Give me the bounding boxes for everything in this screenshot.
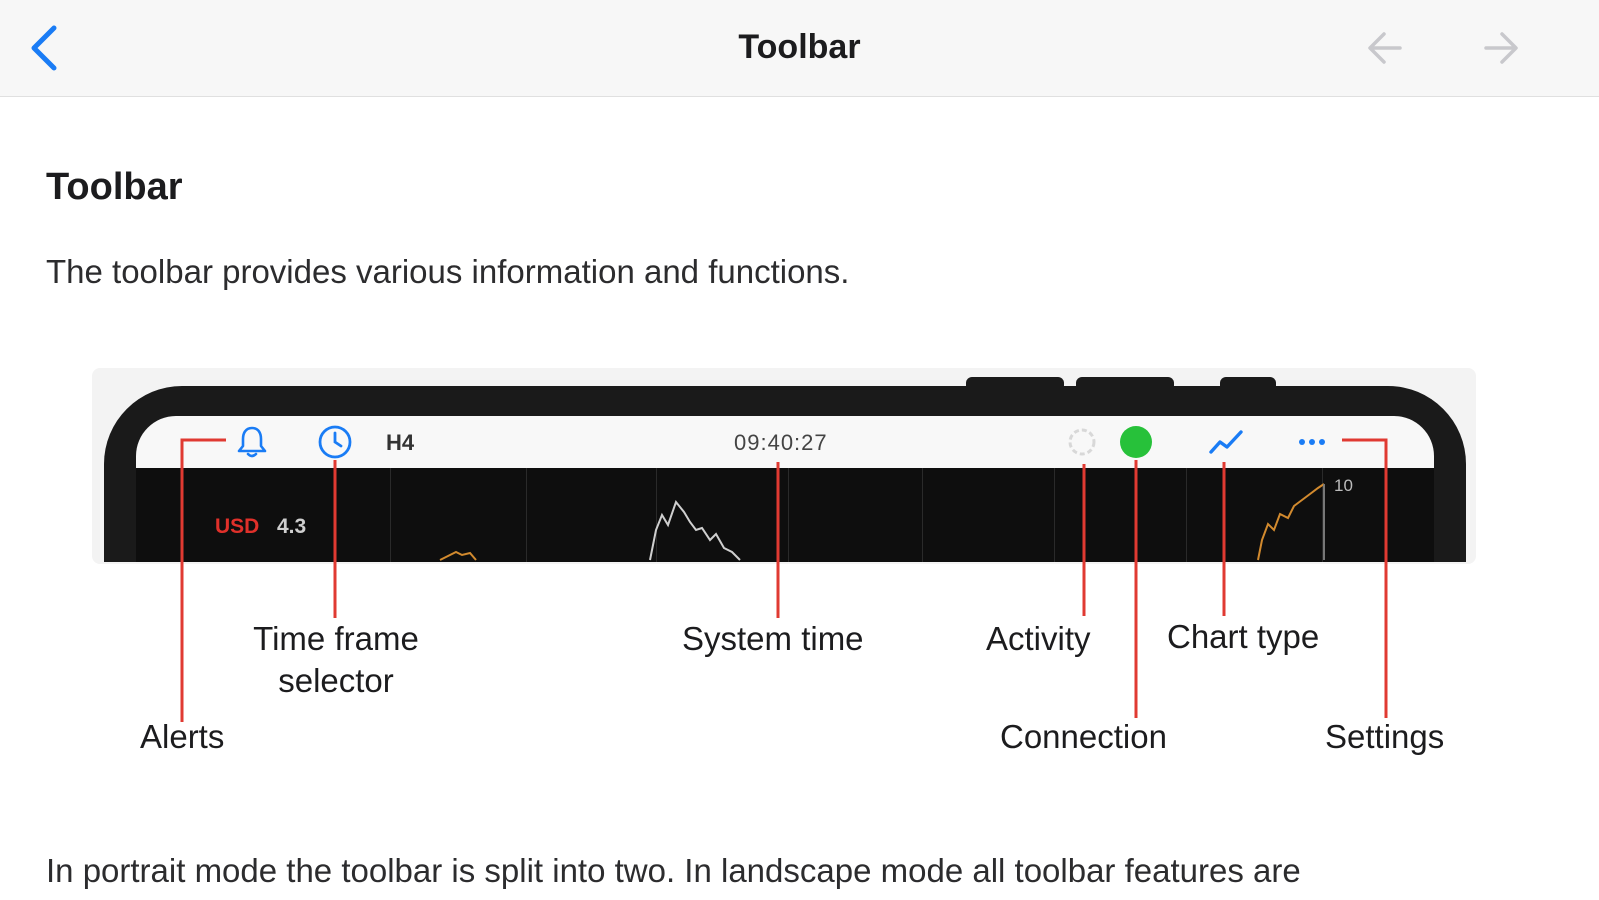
callout-system-time: System time bbox=[682, 620, 864, 657]
intro-paragraph: The toolbar provides various information… bbox=[46, 253, 850, 290]
chart-gridline bbox=[922, 468, 923, 562]
currency-value: 4.3 bbox=[277, 515, 307, 538]
device-button bbox=[1220, 377, 1276, 391]
chart-gridline bbox=[656, 468, 657, 562]
chart-area bbox=[136, 468, 1434, 562]
page-title: Toolbar bbox=[738, 28, 861, 66]
currency-label: USD bbox=[215, 515, 260, 538]
clock-icon[interactable] bbox=[317, 424, 353, 460]
timeframe-selector[interactable]: H4 bbox=[386, 430, 414, 456]
spinner-icon bbox=[1068, 428, 1096, 456]
callout-activity: Activity bbox=[986, 620, 1091, 657]
callout-line-settings bbox=[1342, 438, 1388, 718]
callout-timeframe: Time frame selector bbox=[236, 618, 436, 702]
chart-gridline bbox=[390, 468, 391, 562]
system-time: 09:40:27 bbox=[734, 430, 828, 455]
chart-gridline bbox=[1054, 468, 1055, 562]
callout-alerts: Alerts bbox=[140, 718, 225, 755]
previous-page-button[interactable] bbox=[1366, 28, 1406, 68]
callout-settings: Settings bbox=[1325, 718, 1445, 755]
callout-timeframe-line1: Time frame bbox=[253, 620, 419, 657]
toolbar-illustration: USD 4.3 10 H4 09:40:27 Alerts Time frame… bbox=[0, 0, 1599, 900]
callout-connection: Connection bbox=[1000, 718, 1167, 755]
next-page-button[interactable] bbox=[1480, 28, 1520, 68]
chart-gridline bbox=[1186, 468, 1187, 562]
callout-timeframe-line2: selector bbox=[278, 662, 394, 699]
device-button bbox=[966, 377, 1064, 391]
callout-line-alerts bbox=[180, 438, 226, 722]
arrow-right-icon bbox=[1484, 32, 1518, 64]
chart-gridline bbox=[788, 468, 789, 562]
status-dot-icon bbox=[1120, 426, 1152, 458]
more-dots-icon[interactable] bbox=[1296, 432, 1330, 452]
illustration-background bbox=[92, 368, 1476, 564]
line-chart-icon[interactable] bbox=[1208, 426, 1244, 458]
callout-chart-type: Chart type bbox=[1167, 618, 1320, 655]
price-line bbox=[649, 499, 741, 561]
chart-corner-value: 10 bbox=[1334, 476, 1353, 495]
price-line bbox=[1257, 483, 1325, 561]
device-button bbox=[1076, 377, 1174, 391]
arrow-left-icon bbox=[1368, 32, 1402, 64]
section-heading: Toolbar bbox=[46, 166, 183, 208]
navigation-bar: Toolbar bbox=[0, 0, 1599, 97]
device-frame bbox=[104, 386, 1466, 562]
chart-gridline bbox=[526, 468, 527, 562]
price-line bbox=[439, 550, 477, 561]
chart-gridline bbox=[1322, 468, 1323, 562]
bell-icon[interactable] bbox=[234, 424, 270, 460]
body-paragraph: In portrait mode the toolbar is split in… bbox=[46, 852, 1301, 889]
